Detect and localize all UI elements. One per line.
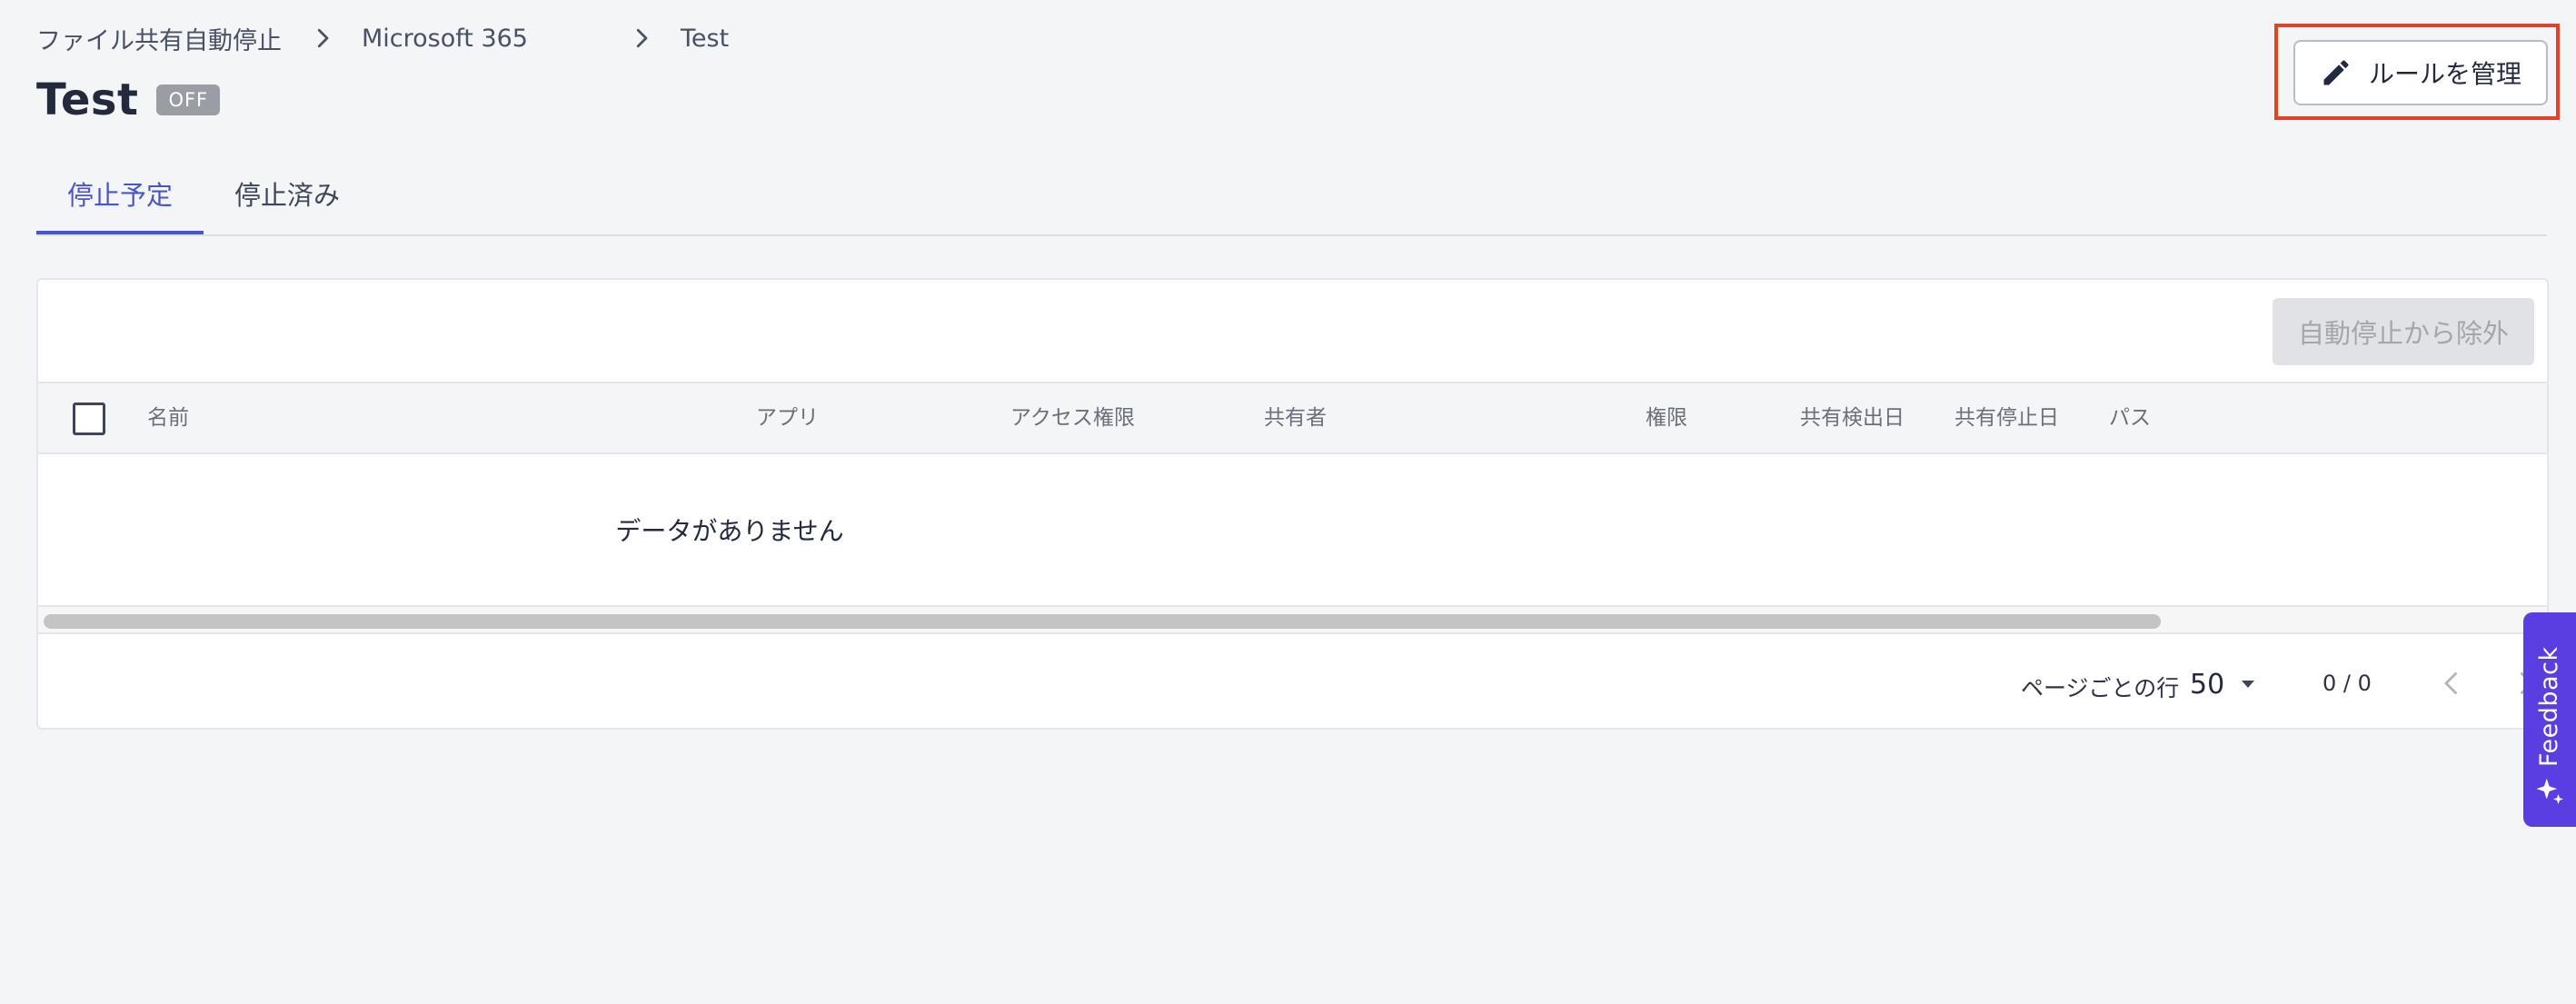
empty-message: データがありません [615, 516, 844, 546]
column-header-access[interactable]: アクセス権限 [1010, 383, 1135, 452]
column-header-detected-date[interactable]: 共有検出日 [1800, 383, 1905, 452]
previous-page-button[interactable] [2435, 667, 2472, 703]
table-header: 名前 アプリ アクセス権限 共有者 権限 共有検出日 共有停止日 パス [38, 382, 2547, 454]
chevron-left-icon [2444, 672, 2457, 694]
caret-down-icon [2242, 681, 2255, 688]
breadcrumb-item-microsoft-365[interactable]: Microsoft 365 [362, 25, 528, 53]
select-all-checkbox[interactable] [73, 403, 105, 435]
rows-per-page-label: ページごとの行 [2021, 675, 2180, 701]
breadcrumb-item-file-sharing-stop[interactable]: ファイル共有自動停止 [36, 21, 282, 56]
pencil-icon [2323, 60, 2349, 85]
chevron-right-icon [309, 25, 336, 52]
column-header-permission[interactable]: 権限 [1646, 383, 1687, 452]
column-header-name[interactable]: 名前 [147, 383, 189, 452]
exclude-from-auto-stop-button[interactable]: 自動停止から除外 [2273, 298, 2534, 365]
chevron-right-icon [628, 25, 655, 52]
column-header-path[interactable]: パス [2109, 383, 2151, 452]
breadcrumb-item-current: Test [681, 24, 730, 53]
horizontal-scrollbar[interactable] [38, 607, 2547, 634]
column-header-app[interactable]: アプリ [756, 383, 819, 452]
feedback-tab[interactable]: Feedback [2523, 612, 2576, 827]
manage-rules-button[interactable]: ルールを管理 [2293, 40, 2548, 105]
rows-per-page-value: 50 [2190, 668, 2225, 701]
column-header-stopped-date[interactable]: 共有停止日 [1954, 383, 2059, 452]
tab-stopped[interactable]: 停止済み [204, 164, 371, 234]
scrollbar-thumb[interactable] [44, 614, 2161, 629]
rows-per-page-select[interactable]: 50 [2190, 661, 2259, 707]
tab-scheduled[interactable]: 停止予定 [36, 164, 204, 234]
manage-rules-label: ルールを管理 [2368, 59, 2521, 89]
tab-bar: 停止予定 停止済み [36, 164, 2547, 236]
breadcrumb: ファイル共有自動停止 Microsoft 365 Test [36, 18, 729, 58]
page-range: 0 / 0 [2322, 671, 2372, 696]
title-row: Test OFF [36, 75, 221, 125]
status-badge: OFF [156, 84, 221, 115]
pagination: ページごとの行 50 0 / 0 [38, 643, 2547, 725]
column-header-sharer[interactable]: 共有者 [1264, 383, 1327, 452]
sparkle-icon [2536, 778, 2564, 805]
table-card: 自動停止から除外 名前 アプリ アクセス権限 共有者 権限 共有検出日 共有停止… [36, 278, 2549, 730]
page-title: Test [36, 75, 139, 125]
